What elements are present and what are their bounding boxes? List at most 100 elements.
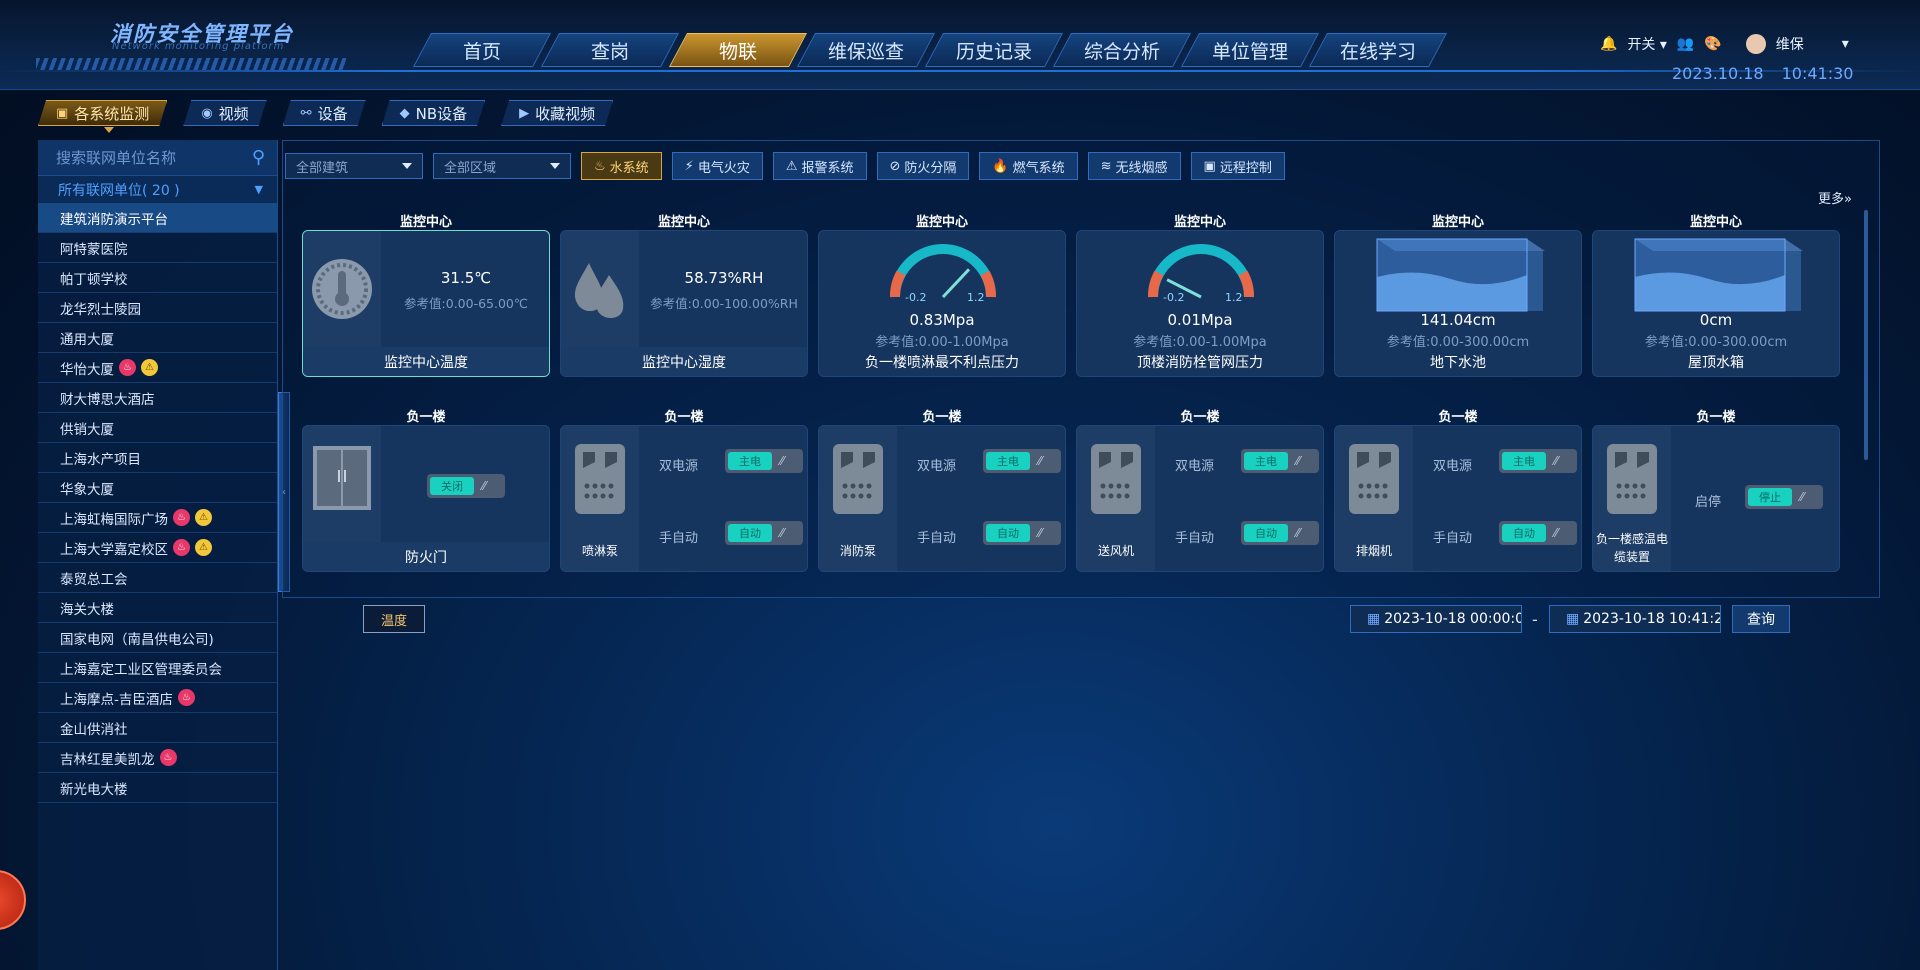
device-name: 喷淋泵 — [581, 544, 618, 558]
tab-label: 设备 — [317, 104, 348, 123]
switch-menu[interactable]: 开关 ▾ — [1627, 34, 1666, 54]
sensor-card[interactable]: 消防泵 双电源 主电 ⁄⁄ 手自动 自动 ⁄⁄ — [818, 425, 1066, 572]
nav-item-6[interactable]: 单位管理 — [1186, 30, 1314, 70]
unit-item[interactable]: 金山供消社 — [38, 713, 277, 743]
unit-item[interactable]: 泰贸总工会 — [38, 563, 277, 593]
unit-item[interactable]: 华怡大厦 ♨ ⚠ — [38, 353, 277, 383]
unit-item[interactable]: 阿特蒙医院 — [38, 233, 277, 263]
tab-3[interactable]: ◆ NB设备 — [382, 100, 486, 126]
warning-icon: ⚠ — [195, 509, 212, 526]
unit-item[interactable]: 龙华烈士陵园 — [38, 293, 277, 323]
auto-manual-toggle[interactable]: 自动 ⁄⁄ — [983, 521, 1061, 545]
unit-item[interactable]: 建筑消防演示平台 — [38, 203, 277, 233]
system-filter-2[interactable]: ⚠ 报警系统 — [772, 152, 867, 180]
dual-power-label: 双电源 — [1433, 459, 1473, 474]
sensor-card[interactable]: -0.2 1.2 0.83Mpa 参考值:0.00-1.00Mpa 负一楼喷淋最不利点压… — [818, 230, 1066, 377]
bell-icon[interactable]: 🔔 — [1600, 36, 1617, 52]
unit-item[interactable]: 新光电大楼 — [38, 773, 277, 803]
query-button[interactable]: 查询 — [1732, 605, 1790, 633]
dual-power-toggle[interactable]: 主电 ⁄⁄ — [983, 449, 1061, 473]
unit-item[interactable]: 上海水产项目 — [38, 443, 277, 473]
sensor-card[interactable]: 送风机 双电源 主电 ⁄⁄ 手自动 自动 ⁄⁄ — [1076, 425, 1324, 572]
auto-manual-label: 手自动 — [659, 531, 699, 546]
dual-power-toggle[interactable]: 主电 ⁄⁄ — [1241, 449, 1319, 473]
auto-manual-toggle[interactable]: 自动 ⁄⁄ — [725, 521, 803, 545]
unit-item[interactable]: 财大博思大酒店 — [38, 383, 277, 413]
sensor-card[interactable]: 喷淋泵 双电源 主电 ⁄⁄ 手自动 自动 ⁄⁄ — [560, 425, 808, 572]
system-filter-label: 水系统 — [609, 160, 649, 176]
system-filter-4[interactable]: 🔥 燃气系统 — [979, 152, 1078, 180]
sensor-card[interactable]: 关闭 ⁄⁄ 防火门 — [302, 425, 550, 572]
chevron-down-icon[interactable]: ▼ — [255, 183, 263, 196]
nav-item-label: 在线学习 — [1339, 40, 1416, 63]
sensor-card[interactable]: 负一楼感温电缆装置 启停 停止 ⁄⁄ — [1592, 425, 1840, 572]
sensor-card[interactable]: 141.04cm 参考值:0.00-300.00cm 地下水池 — [1334, 230, 1582, 377]
panel-scrollbar[interactable] — [1864, 210, 1868, 460]
system-filter-1[interactable]: ⚡ 电气火灾 — [671, 152, 763, 180]
dual-power-toggle[interactable]: 主电 ⁄⁄ — [1499, 449, 1577, 473]
unit-name: 国家电网（南昌供电公司) — [60, 631, 214, 648]
nav-item-label: 综合分析 — [1083, 40, 1160, 63]
search-icon[interactable]: ⚲ — [252, 147, 265, 168]
unit-item[interactable]: 上海大学嘉定校区 ♨ ⚠ — [38, 533, 277, 563]
nav-item-4[interactable]: 历史记录 — [930, 30, 1058, 70]
unit-item[interactable]: 上海虹梅国际广场 ♨ ⚠ — [38, 503, 277, 533]
unit-search-input[interactable] — [56, 148, 236, 167]
more-link[interactable]: 更多» — [1818, 188, 1852, 207]
unit-item[interactable]: 供销大厦 — [38, 413, 277, 443]
system-filter-0[interactable]: ♨ 水系统 — [581, 152, 662, 180]
toggle-state: 主电 — [1502, 452, 1546, 470]
system-filter-5[interactable]: ≋ 无线烟感 — [1087, 152, 1181, 180]
unit-item[interactable]: 帕丁顿学校 — [38, 263, 277, 293]
toggle-slash-icon: ⁄⁄ — [1800, 490, 1805, 504]
card-name: 地下水池 — [1430, 354, 1486, 371]
tab-2[interactable]: ⚯ 设备 — [283, 100, 366, 126]
cube-icon: ◆ — [399, 105, 410, 121]
sensor-card[interactable]: -0.2 1.2 0.01Mpa 参考值:0.00-1.00Mpa 顶楼消防栓管网压力 — [1076, 230, 1324, 377]
unit-item[interactable]: 华象大厦 — [38, 473, 277, 503]
tab-1[interactable]: ◉ 视频 — [183, 100, 266, 126]
area-select[interactable]: 全部区域 — [433, 153, 571, 179]
building-select[interactable]: 全部建筑 — [285, 153, 423, 179]
current-time: 10:41:30 — [1781, 64, 1854, 83]
sensor-card[interactable]: 排烟机 双电源 主电 ⁄⁄ 手自动 自动 ⁄⁄ — [1334, 425, 1582, 572]
unit-item[interactable]: 国家电网（南昌供电公司) — [38, 623, 277, 653]
nav-item-1[interactable]: 查岗 — [546, 30, 674, 70]
sensor-card[interactable]: 31.5℃ 参考值:0.00-65.00℃ 监控中心温度 — [302, 230, 550, 377]
tab-4[interactable]: ▶ 收藏视频 — [501, 100, 613, 126]
system-filter-3[interactable]: ⊘ 防火分隔 — [876, 152, 970, 180]
sensor-card[interactable]: 58.73%RH 参考值:0.00-100.00%RH 监控中心湿度 — [560, 230, 808, 377]
system-filter-6[interactable]: ▣ 远程控制 — [1190, 152, 1285, 180]
user-name[interactable]: 维保 — [1776, 34, 1804, 54]
start-stop-toggle[interactable]: 停止 ⁄⁄ — [1745, 485, 1823, 509]
sensor-card[interactable]: 0cm 参考值:0.00-300.00cm 屋顶水箱 — [1592, 230, 1840, 377]
alarm-float-button[interactable] — [0, 870, 26, 930]
nav-item-3[interactable]: 维保巡查 — [802, 30, 930, 70]
unit-item[interactable]: 吉林红星美凯龙 ♨ — [38, 743, 277, 773]
auto-manual-toggle[interactable]: 自动 ⁄⁄ — [1499, 521, 1577, 545]
nav-item-5[interactable]: 综合分析 — [1058, 30, 1186, 70]
nav-item-2[interactable]: 物联 — [674, 30, 802, 70]
toggle-slash-icon: ⁄⁄ — [780, 454, 785, 468]
start-date-input[interactable]: ▦ 2023-10-18 00:00:0 — [1350, 605, 1522, 633]
tab-0[interactable]: ▣ 各系统监测 — [38, 100, 167, 126]
palette-icon[interactable]: 🎨 — [1704, 36, 1721, 52]
door-toggle[interactable]: 关闭 ⁄⁄ — [427, 474, 505, 498]
user-menu-chevron-icon[interactable]: ▾ — [1842, 36, 1849, 52]
avatar[interactable] — [1745, 34, 1766, 54]
unit-item[interactable]: 海关大楼 — [38, 593, 277, 623]
unit-item[interactable]: 上海嘉定工业区管理委员会 — [38, 653, 277, 683]
users-icon[interactable]: 👥 — [1677, 36, 1694, 52]
end-date-input[interactable]: ▦ 2023-10-18 10:41:2 — [1549, 605, 1721, 633]
metric-temperature-button[interactable]: 温度 — [363, 605, 425, 633]
unit-group-header[interactable]: 所有联网单位( 20 ) ▼ — [38, 175, 277, 203]
unit-name: 帕丁顿学校 — [60, 271, 128, 288]
unit-item[interactable]: 上海摩点-吉臣酒店 ♨ — [38, 683, 277, 713]
nav-item-7[interactable]: 在线学习 — [1314, 30, 1442, 70]
auto-manual-toggle[interactable]: 自动 ⁄⁄ — [1241, 521, 1319, 545]
nav-item-0[interactable]: 首页 — [418, 30, 546, 70]
card-value: 0.01Mpa — [1167, 311, 1233, 329]
dual-power-toggle[interactable]: 主电 ⁄⁄ — [725, 449, 803, 473]
unit-item[interactable]: 通用大厦 — [38, 323, 277, 353]
card-value: 58.73%RH — [684, 269, 764, 287]
